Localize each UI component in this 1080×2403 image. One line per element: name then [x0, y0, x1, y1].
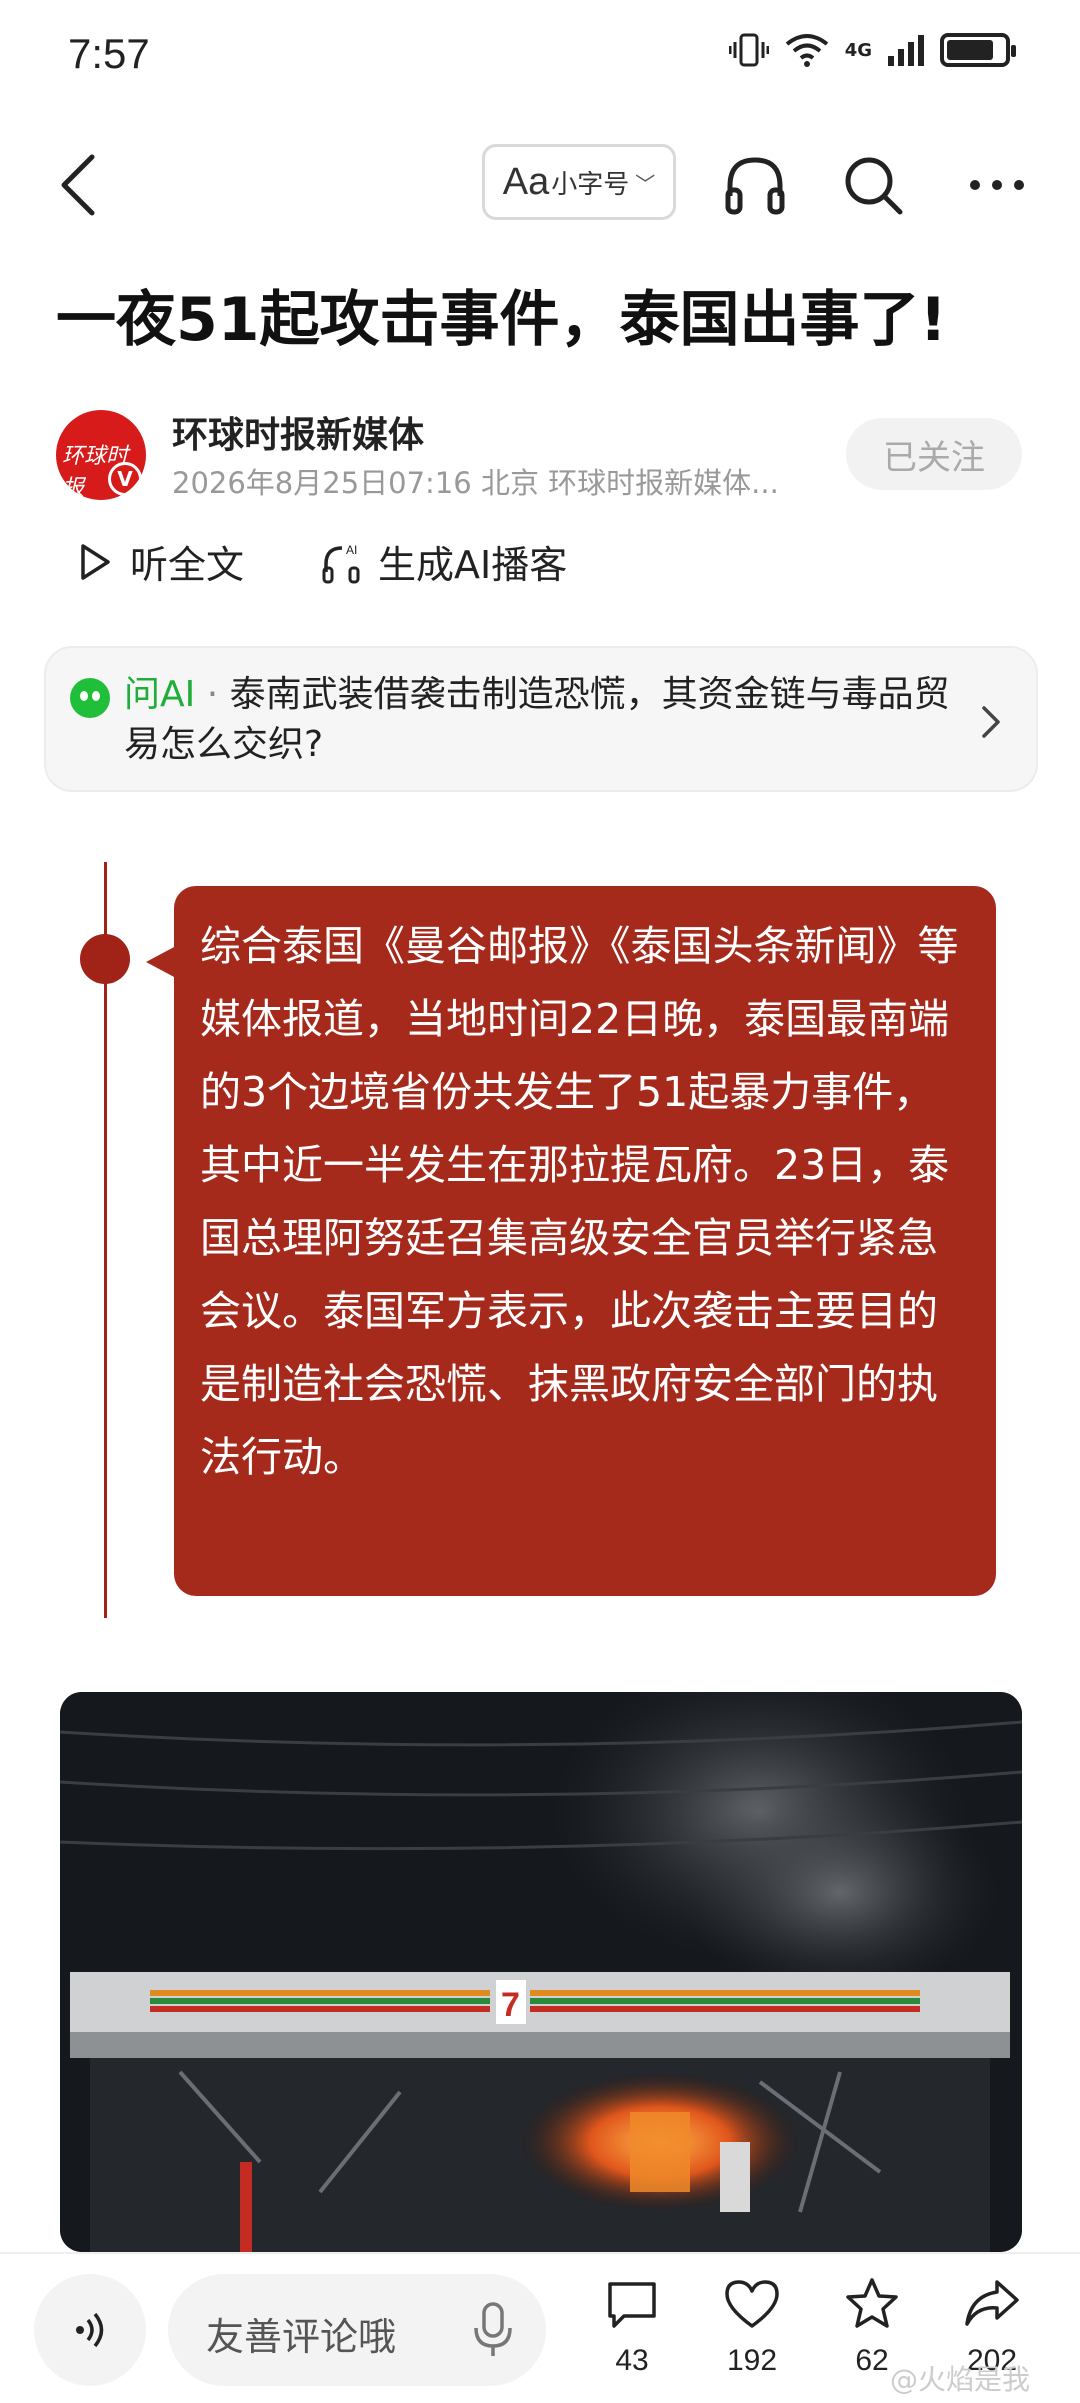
- play-icon: [81, 543, 110, 580]
- comments-count: 43: [615, 2344, 649, 2377]
- search-icon[interactable]: [838, 150, 908, 220]
- microphone-icon[interactable]: [470, 2300, 516, 2360]
- likes-count: 192: [726, 2344, 778, 2377]
- headphones-icon[interactable]: [720, 150, 790, 220]
- star-icon: [846, 2278, 898, 2328]
- like-button[interactable]: 192: [702, 2276, 802, 2403]
- author-name[interactable]: 环球时报新媒体: [172, 406, 424, 458]
- status-icons: 4G: [728, 32, 1016, 68]
- font-size-button[interactable]: Aa 小字号 ﹀: [482, 144, 676, 220]
- listen-label: 听全文: [130, 543, 245, 587]
- avatar[interactable]: 环球时报 V: [56, 410, 146, 500]
- verified-icon: V: [108, 462, 142, 496]
- article-photo[interactable]: 7: [60, 1692, 1022, 2252]
- comment-placeholder: 友善评论哦: [206, 2315, 397, 2359]
- podcast-label: 生成AI播客: [378, 543, 568, 587]
- more-icon[interactable]: [962, 150, 1032, 220]
- ai-assistant-icon: [70, 678, 110, 718]
- signal-icon: [888, 35, 924, 66]
- article-title: 一夜51起攻击事件，泰国出事了!: [56, 285, 947, 355]
- svg-text:AI: AI: [346, 543, 357, 557]
- network-label: 4G: [844, 39, 872, 61]
- comment-icon: [608, 2282, 656, 2328]
- timeline-dot: [80, 934, 130, 984]
- ask-ai-separator: ·: [195, 674, 230, 715]
- summary-quote-text: 综合泰国《曼谷邮报》《泰国头条新闻》等媒体报道，当地时间22日晚，泰国最南端的3…: [200, 922, 959, 1481]
- watermark: @火焰是我: [890, 2363, 1031, 2396]
- vibrate-icon: [728, 33, 769, 67]
- photo-scene: 7: [60, 1692, 1022, 2252]
- listen-button[interactable]: 听全文: [78, 534, 244, 589]
- font-size-label: 小字号: [551, 169, 630, 200]
- top-nav: Aa 小字号 ﹀: [0, 130, 1080, 240]
- quote-pointer: [146, 946, 176, 978]
- comments-button[interactable]: 43: [582, 2276, 682, 2403]
- wifi-icon: [785, 34, 828, 67]
- font-size-aa: Aa: [502, 160, 550, 203]
- summary-quote: 综合泰国《曼谷邮报》《泰国头条新闻》等媒体报道，当地时间22日晚，泰国最南端的3…: [174, 886, 996, 1596]
- heart-icon: [725, 2280, 779, 2328]
- chevron-right-icon: [982, 706, 1000, 738]
- ask-ai-label: 问AI: [124, 674, 196, 715]
- ask-ai-text: 问AI · 泰南武装借袭击制造恐慌，其资金链与毒品贸易怎么交织?: [124, 670, 984, 770]
- author-meta: 2026年8月25日07:16 北京 环球时报新媒体...: [172, 466, 779, 500]
- ask-ai-question: 泰南武装借袭击制造恐慌，其资金链与毒品贸易怎么交织?: [124, 674, 950, 765]
- back-icon[interactable]: [50, 145, 110, 225]
- comment-input[interactable]: 友善评论哦: [168, 2274, 546, 2386]
- status-time: 7:57: [68, 30, 150, 77]
- podcast-button[interactable]: AI 生成AI播客: [320, 534, 567, 589]
- sound-wave-icon: [76, 2312, 104, 2348]
- status-bar: 7:57 4G: [0, 0, 1080, 110]
- store-sign: 7: [501, 1986, 520, 2024]
- ai-headphones-icon: AI: [322, 543, 360, 583]
- follow-button[interactable]: 已关注: [846, 418, 1022, 490]
- battery-icon: [940, 33, 1016, 67]
- ask-ai-card[interactable]: 问AI · 泰南武装借袭击制造恐慌，其资金链与毒品贸易怎么交织?: [44, 646, 1038, 792]
- share-icon: [965, 2280, 1019, 2326]
- audio-button[interactable]: [34, 2274, 146, 2386]
- chevron-down-icon: ﹀: [635, 171, 656, 196]
- store-stripes: [150, 1990, 920, 2012]
